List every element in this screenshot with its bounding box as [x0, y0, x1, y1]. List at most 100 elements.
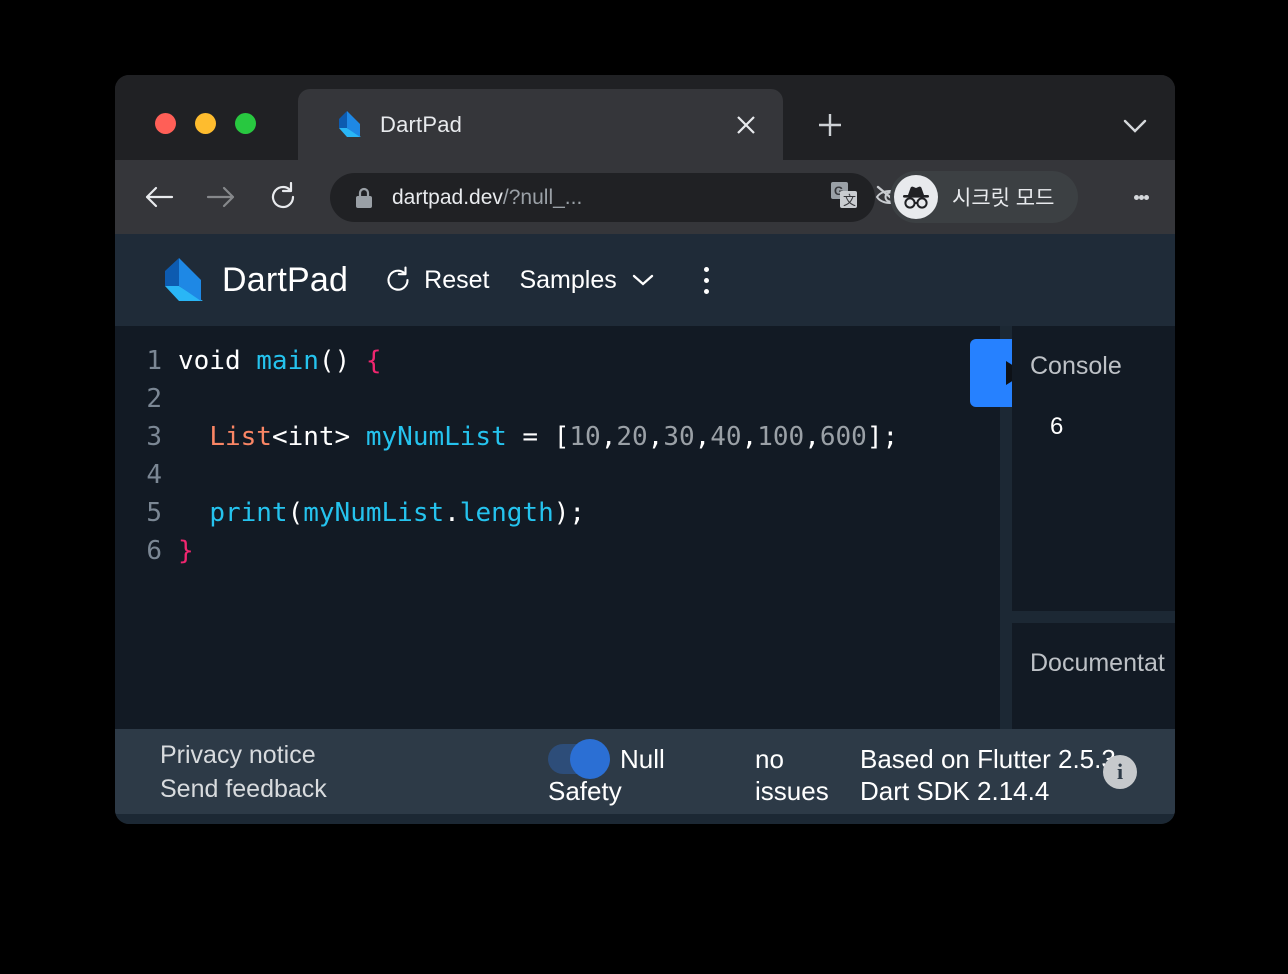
line-number: 4 — [146, 460, 162, 490]
code-token: , — [741, 422, 758, 452]
dartpad-header: DartPad Reset Samples — [115, 234, 1175, 326]
null-safety-toggle[interactable] — [548, 739, 610, 779]
code-token: myNumList — [303, 498, 445, 528]
incognito-hat-icon — [894, 175, 938, 219]
browser-toolbar: dartpad.dev/?null_... G 文 시크릿 모드 — [115, 160, 1175, 234]
tab-title: DartPad — [380, 111, 463, 137]
forward-arrow-icon — [206, 186, 235, 208]
translate-icon[interactable]: G 文 — [829, 180, 859, 215]
dart-logo-icon — [165, 258, 203, 301]
code-token: 20 — [616, 422, 648, 452]
line-number: 1 — [146, 346, 162, 376]
chevron-down-icon — [1123, 119, 1147, 133]
code-token: , — [804, 422, 820, 452]
url-path: /?null_... — [502, 185, 583, 209]
address-bar[interactable]: dartpad.dev/?null_... G 文 — [330, 173, 875, 222]
toggle-knob — [570, 739, 610, 779]
code-token: , — [600, 422, 617, 452]
console-panel: Console 6 — [1012, 326, 1175, 611]
incognito-hat-glyph — [903, 186, 929, 209]
browser-menu-button[interactable] — [1121, 177, 1161, 217]
dartpad-footer: Privacy notice Send feedback Null Safety… — [115, 729, 1175, 814]
version-line1: Based on Flutter 2.5.3 — [860, 744, 1116, 774]
code-token: myNumList — [365, 422, 507, 452]
code-token: ( — [287, 498, 304, 528]
kebab-dot — [704, 266, 710, 272]
chevron-down-icon — [632, 274, 653, 286]
code-token: } — [178, 536, 194, 566]
null-safety-control: Null Safety — [548, 739, 713, 807]
code-token: , — [647, 422, 664, 452]
svg-text:文: 文 — [843, 193, 856, 208]
code-token: <int> — [271, 422, 366, 452]
code-token: length — [459, 498, 554, 528]
code-token: . — [444, 498, 460, 528]
close-window-button[interactable] — [155, 113, 176, 134]
app-title: DartPad — [222, 260, 349, 299]
lock-icon — [356, 187, 372, 208]
footer-links: Privacy notice Send feedback — [160, 739, 327, 805]
null-safety-label-line1: Null — [620, 744, 665, 774]
reset-button[interactable]: Reset — [384, 266, 489, 295]
incognito-indicator[interactable]: 시크릿 모드 — [890, 171, 1079, 223]
url-domain: dartpad.dev — [392, 185, 503, 209]
code-token: ]; — [866, 422, 899, 452]
code-token: = [ — [506, 422, 570, 452]
reload-icon — [271, 182, 295, 209]
window-traffic-lights — [155, 113, 256, 134]
dartpad-body: 1 void main() {2 3 List<int> myNumList = [… — [115, 326, 1175, 729]
forward-button[interactable] — [199, 175, 243, 219]
code-line: 4 — [115, 456, 1000, 494]
incognito-label: 시크릿 모드 — [952, 187, 1055, 210]
dartpad-more-menu[interactable] — [691, 260, 723, 300]
issues-line1: no — [755, 744, 784, 774]
issues-status[interactable]: no issues — [755, 743, 840, 807]
info-glyph: i — [1116, 758, 1124, 784]
version-line2: Dart SDK 2.14.4 — [860, 776, 1050, 806]
reload-button[interactable] — [261, 175, 305, 219]
samples-label: Samples — [519, 265, 617, 294]
reset-label: Reset — [424, 265, 490, 294]
back-button[interactable] — [137, 175, 181, 219]
code-token: main — [256, 346, 319, 376]
samples-dropdown[interactable]: Samples — [519, 266, 654, 295]
send-feedback-link[interactable]: Send feedback — [160, 773, 327, 805]
info-icon[interactable]: i — [1103, 754, 1137, 789]
documentation-title: Documentat — [1030, 649, 1165, 677]
new-tab-button[interactable] — [810, 105, 850, 145]
code-token: 40 — [710, 422, 742, 452]
line-number: 2 — [146, 384, 162, 414]
tab-strip: DartPad — [115, 75, 1175, 160]
null-safety-row: Null — [548, 739, 713, 779]
console-title: Console — [1030, 352, 1122, 380]
code-token: List — [209, 422, 272, 452]
kebab-dot — [1133, 194, 1139, 200]
version-info: Based on Flutter 2.5.3 Dart SDK 2.14.4 — [860, 743, 1116, 807]
issues-line2: issues — [755, 776, 829, 806]
documentation-panel: Documentat — [1012, 623, 1175, 729]
code-token: , — [694, 422, 711, 452]
privacy-notice-link[interactable]: Privacy notice — [160, 739, 327, 771]
maximize-window-button[interactable] — [235, 113, 256, 134]
close-icon-glyph — [737, 115, 755, 134]
browser-window: DartPad dartpad.dev/?null_... G 文 시크릿 모드… — [115, 75, 1175, 824]
code-token: ); — [553, 498, 586, 528]
code-token: 30 — [663, 422, 695, 452]
close-icon[interactable] — [729, 108, 763, 142]
tab-search-button[interactable] — [1117, 108, 1153, 144]
kebab-dot — [704, 288, 710, 294]
code-line: 2 — [115, 380, 1000, 418]
refresh-icon — [387, 266, 409, 291]
code-token: () — [318, 346, 366, 376]
code-editor[interactable]: 1 void main() {2 3 List<int> myNumList = [… — [115, 326, 1000, 729]
code-token: void — [178, 346, 257, 376]
url-text: dartpad.dev/?null_... — [392, 186, 582, 210]
null-safety-label-line2: Safety — [548, 776, 622, 806]
code-token: print — [209, 498, 288, 528]
line-number: 5 — [146, 498, 162, 528]
minimize-window-button[interactable] — [195, 113, 216, 134]
plus-icon — [819, 114, 841, 136]
browser-tab-dartpad[interactable]: DartPad — [298, 89, 783, 160]
dart-logo-icon — [339, 110, 361, 137]
